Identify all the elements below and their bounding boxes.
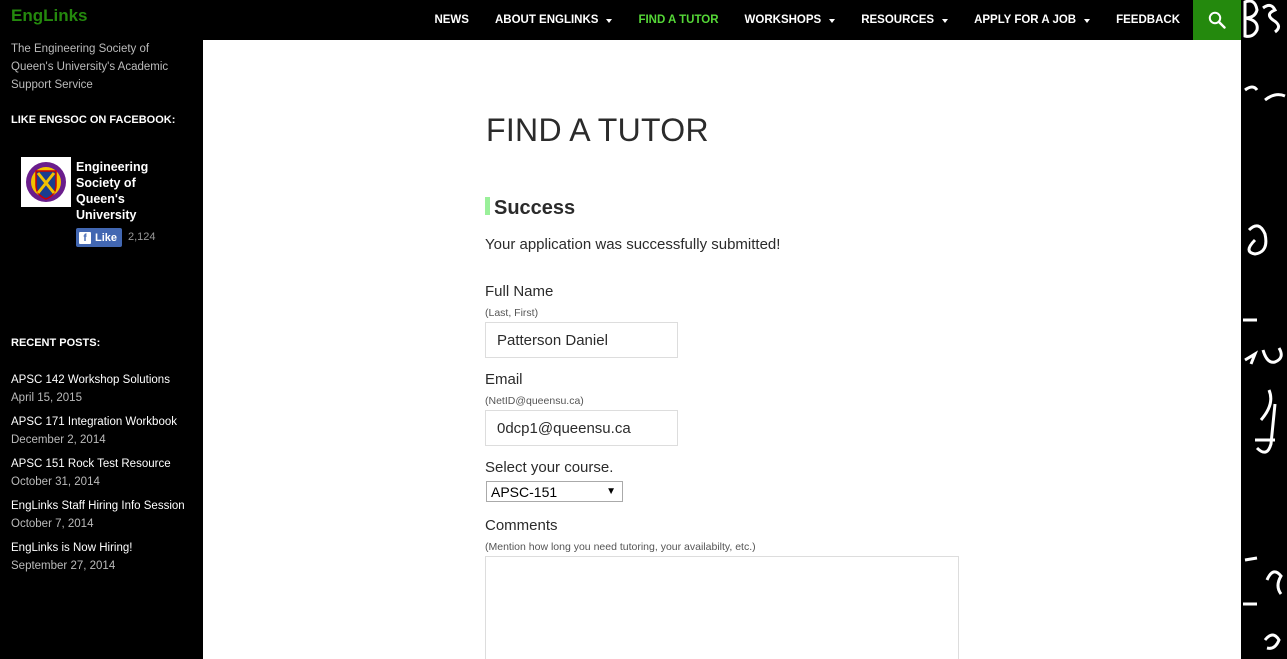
facebook-widget-title: LIKE ENGSOC ON FACEBOOK: xyxy=(11,114,176,126)
nav-item-label: NEWS xyxy=(434,14,469,26)
comments-label: Comments xyxy=(485,517,558,534)
nav-item-label: APPLY FOR A JOB xyxy=(974,14,1077,26)
nav-item-label: WORKSHOPS xyxy=(744,14,822,26)
list-item: EngLinks Staff Hiring Info Session Octob… xyxy=(11,497,191,533)
site-tagline: The Engineering Society of Queen's Unive… xyxy=(11,43,169,91)
full-name-input[interactable]: Patterson Daniel xyxy=(485,322,678,358)
main-content: FIND A TUTOR Success Your application wa… xyxy=(203,40,1241,659)
post-link[interactable]: EngLinks Staff Hiring Info Session xyxy=(11,497,191,515)
nav-item-feedback[interactable]: FEEDBACK xyxy=(1103,0,1193,40)
search-button[interactable] xyxy=(1193,0,1241,40)
dropdown-arrow-icon: ▼ xyxy=(606,486,616,497)
course-select[interactable]: APSC-151 ▼ xyxy=(486,481,623,502)
caret-down-icon xyxy=(1084,18,1091,23)
post-date: October 31, 2014 xyxy=(11,476,100,488)
facebook-page-widget: Engineering Society of Queen's Universit… xyxy=(21,157,191,257)
nav-item-resources[interactable]: RESOURCES xyxy=(848,0,961,40)
list-item: EngLinks is Now Hiring! September 27, 20… xyxy=(11,539,191,575)
post-date: April 15, 2015 xyxy=(11,392,82,404)
caret-down-icon xyxy=(829,18,836,23)
nav-item-label: ABOUT ENGLINKS xyxy=(494,14,599,26)
chalkboard-background-image xyxy=(1241,0,1287,659)
post-date: December 2, 2014 xyxy=(11,434,106,446)
sidebar: The Engineering Society of Queen's Unive… xyxy=(0,40,203,659)
success-message: Your application was successfully submit… xyxy=(485,236,781,253)
nav-item-workshops[interactable]: WORKSHOPS xyxy=(732,0,849,40)
like-count: 2,124 xyxy=(128,231,156,243)
email-input[interactable]: 0dcp1@queensu.ca xyxy=(485,410,678,446)
site-title[interactable]: EngLinks xyxy=(11,6,88,26)
post-date: September 27, 2014 xyxy=(11,560,116,572)
facebook-like-button[interactable]: f Like xyxy=(76,228,122,247)
full-name-hint: (Last, First) xyxy=(485,307,539,319)
like-label: Like xyxy=(95,231,118,244)
list-item: APSC 142 Workshop Solutions April 15, 20… xyxy=(11,371,191,407)
main-nav: NEWS ABOUT ENGLINKS FIND A TUTOR WORKSHO… xyxy=(421,0,1193,40)
page-title: FIND A TUTOR xyxy=(486,112,709,148)
list-item: APSC 171 Integration Workbook December 2… xyxy=(11,413,191,449)
email-label: Email xyxy=(485,371,523,388)
recent-posts-list: APSC 142 Workshop Solutions April 15, 20… xyxy=(11,371,191,581)
comments-hint: (Mention how long you need tutoring, you… xyxy=(485,541,756,553)
facebook-page-name[interactable]: Engineering Society of Queen's Universit… xyxy=(76,159,176,223)
post-link[interactable]: APSC 151 Rock Test Resource xyxy=(11,455,191,473)
comments-textarea[interactable] xyxy=(485,556,959,659)
recent-posts-title: RECENT POSTS: xyxy=(11,337,101,349)
post-link[interactable]: EngLinks is Now Hiring! xyxy=(11,539,191,557)
email-hint: (NetID@queensu.ca) xyxy=(485,395,584,407)
nav-item-news[interactable]: NEWS xyxy=(421,0,482,40)
post-date: October 7, 2014 xyxy=(11,518,94,530)
course-select-value: APSC-151 xyxy=(491,483,558,500)
full-name-label: Full Name xyxy=(485,283,554,300)
nav-item-label: RESOURCES xyxy=(861,14,935,26)
success-accent-bar xyxy=(485,197,490,215)
post-link[interactable]: APSC 171 Integration Workbook xyxy=(11,413,191,431)
success-heading: Success xyxy=(494,197,576,219)
nav-item-label: FEEDBACK xyxy=(1116,14,1180,26)
facebook-icon: f xyxy=(79,231,91,244)
nav-item-label: FIND A TUTOR xyxy=(638,14,719,26)
post-link[interactable]: APSC 142 Workshop Solutions xyxy=(11,371,191,389)
nav-item-about-englinks[interactable]: ABOUT ENGLINKS xyxy=(482,0,626,40)
caret-down-icon xyxy=(942,18,949,23)
list-item: APSC 151 Rock Test Resource October 31, … xyxy=(11,455,191,491)
site-header: EngLinks NEWS ABOUT ENGLINKS FIND A TUTO… xyxy=(0,0,1241,40)
search-icon xyxy=(1208,11,1226,29)
nav-item-find-a-tutor[interactable]: FIND A TUTOR xyxy=(625,0,731,40)
course-label: Select your course. xyxy=(485,459,614,476)
nav-item-apply-for-a-job[interactable]: APPLY FOR A JOB xyxy=(961,0,1103,40)
engsoc-crest-logo[interactable] xyxy=(21,157,71,207)
caret-down-icon xyxy=(606,18,613,23)
